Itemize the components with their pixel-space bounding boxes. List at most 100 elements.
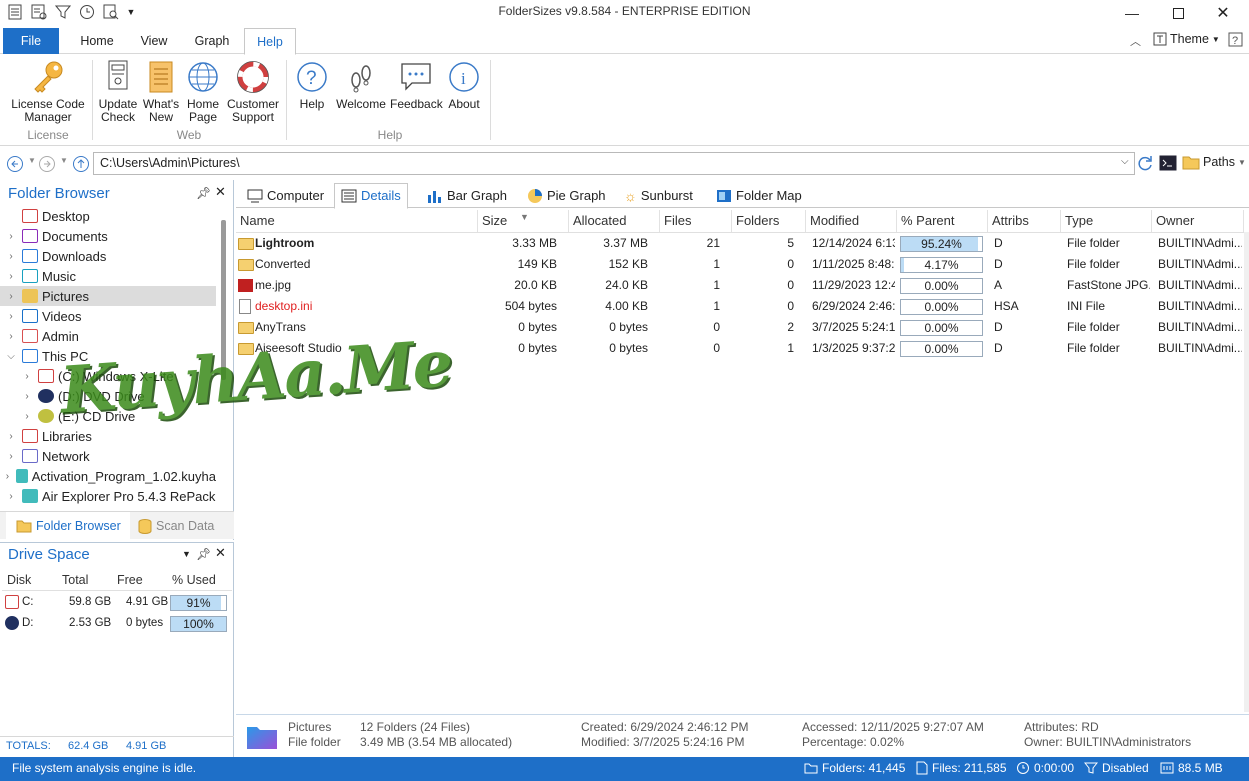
address-input[interactable]: C:\Users\Admin\Pictures\ — [93, 152, 1135, 175]
panel-close-icon[interactable]: ✕ — [215, 184, 226, 200]
back-icon[interactable] — [6, 155, 24, 176]
panel-close-icon[interactable]: ✕ — [215, 545, 226, 561]
tab-computer[interactable]: Computer — [241, 183, 330, 209]
col-total[interactable]: Total — [62, 570, 88, 590]
tree-item[interactable]: › Admin — [0, 326, 216, 346]
tab-file[interactable]: File — [3, 28, 59, 54]
chevron-right-icon[interactable]: › — [4, 291, 18, 302]
col-files[interactable]: Files — [660, 210, 732, 232]
tab-graph[interactable]: Graph — [186, 28, 238, 54]
tree-item[interactable]: › Pictures — [0, 286, 216, 306]
table-row[interactable]: me.jpg 20.0 KB 24.0 KB 1 0 11/29/2023 12:4...… — [236, 275, 1244, 296]
tree-item[interactable]: › Documents — [0, 226, 216, 246]
col-modified[interactable]: Modified — [806, 210, 897, 232]
tab-sunburst[interactable]: ☼ Sunburst — [618, 183, 699, 209]
chevron-right-icon[interactable]: › — [4, 251, 18, 262]
paths-menu[interactable]: Paths ▼ — [1182, 154, 1246, 170]
tab-folder-map[interactable]: Folder Map — [710, 183, 808, 209]
tab-home[interactable]: Home — [71, 28, 123, 54]
drive-row[interactable]: D: 2.53 GB 0 bytes 100% — [0, 613, 232, 634]
chevron-right-icon[interactable]: › — [20, 411, 34, 422]
pin-icon[interactable]: 📌︎ — [196, 186, 211, 200]
tree-item[interactable]: › Air Explorer Pro 5.4.3 RePack — [0, 486, 216, 506]
tab-pie-graph[interactable]: Pie Graph — [521, 183, 612, 209]
status-bar: File system analysis engine is idle. Fol… — [0, 757, 1249, 781]
sun-icon: ☼ — [624, 188, 637, 204]
col-allocated[interactable]: Allocated — [569, 210, 660, 232]
forward-dropdown-icon[interactable]: ▼ — [60, 156, 68, 165]
chevron-right-icon[interactable]: › — [4, 491, 18, 502]
chevron-right-icon[interactable]: › — [4, 451, 18, 462]
chevron-right-icon[interactable]: › — [4, 311, 18, 322]
tree-item[interactable]: › Activation_Program_1.02.kuyhа — [0, 466, 216, 486]
col-used[interactable]: % Used — [172, 570, 216, 590]
help-button[interactable]: ? Help — [292, 56, 332, 111]
tree-item[interactable]: › Libraries — [0, 426, 216, 446]
about-button[interactable]: i About — [444, 56, 484, 111]
welcome-button[interactable]: Welcome — [334, 56, 388, 111]
col-disk[interactable]: Disk — [7, 570, 31, 590]
title-bar: ▼ FolderSizes v9.8.584 - ENTERPRISE EDIT… — [0, 0, 1249, 26]
tab-view[interactable]: View — [131, 28, 177, 54]
tab-scan-data[interactable]: Scan Data — [138, 512, 214, 540]
whats-new-button[interactable]: What's New — [140, 56, 182, 124]
feedback-button[interactable]: Feedback — [390, 56, 443, 111]
drive-total: 2.53 GB — [69, 617, 112, 629]
col-free[interactable]: Free — [117, 570, 143, 590]
details-scrollbar[interactable] — [1244, 232, 1249, 712]
tab-bar-graph[interactable]: Bar Graph — [421, 183, 513, 209]
maximize-button[interactable] — [1155, 0, 1201, 26]
cell-type: File folder — [1067, 257, 1120, 271]
update-check-button[interactable]: Update Check — [96, 56, 140, 124]
chevron-right-icon[interactable]: › — [20, 371, 34, 382]
homepage-line2: Page — [188, 110, 218, 124]
tab-help[interactable]: Help — [244, 28, 296, 55]
tree-item[interactable]: › Music — [0, 266, 216, 286]
drive-row[interactable]: C: 59.8 GB 4.91 GB 91% — [0, 592, 232, 613]
col-parent[interactable]: % Parent — [897, 210, 988, 232]
chevron-right-icon[interactable]: › — [3, 471, 13, 482]
col-owner[interactable]: Owner — [1152, 210, 1244, 232]
tab-details[interactable]: Details — [334, 183, 408, 209]
jpg-file-icon — [238, 279, 253, 292]
table-row[interactable]: desktop.ini 504 bytes 4.00 KB 1 0 6/29/2024 2… — [236, 296, 1244, 317]
parent-percent-bar: 95.24% — [900, 236, 983, 252]
home-page-button[interactable]: Home Page — [182, 56, 224, 124]
pin-icon[interactable]: 📌︎ — [196, 547, 211, 561]
chevron-right-icon[interactable]: › — [20, 391, 34, 402]
col-folders[interactable]: Folders — [732, 210, 806, 232]
up-folder-icon[interactable] — [72, 155, 90, 176]
tab-folder-browser[interactable]: Folder Browser — [6, 512, 130, 540]
forward-icon[interactable] — [38, 155, 56, 176]
tree-item[interactable]: Desktop — [0, 206, 216, 226]
chevron-right-icon[interactable]: › — [4, 231, 18, 242]
ribbon-help-icon[interactable]: ? — [1228, 32, 1244, 51]
panel-menu-icon[interactable]: ▼ — [182, 549, 191, 559]
license-code-manager-button[interactable]: License Code Manager — [8, 56, 88, 124]
minimize-button[interactable]: — — [1109, 0, 1155, 26]
table-row[interactable]: Lightroom 3.33 MB 3.37 MB 21 5 12/14/2024 6:1… — [236, 233, 1244, 254]
back-dropdown-icon[interactable]: ▼ — [28, 156, 36, 165]
collapse-ribbon-icon[interactable]: ︿ — [1130, 33, 1141, 49]
chevron-right-icon[interactable]: › — [4, 431, 18, 442]
col-attribs[interactable]: Attribs — [988, 210, 1061, 232]
theme-menu[interactable]: Theme ▼ — [1153, 32, 1220, 46]
tree-item[interactable]: › Downloads — [0, 246, 216, 266]
chevron-right-icon[interactable]: › — [4, 271, 18, 282]
refresh-icon[interactable] — [1136, 154, 1154, 175]
col-type[interactable]: Type — [1061, 210, 1152, 232]
close-button[interactable]: ✕ — [1200, 0, 1246, 26]
console-icon[interactable] — [1159, 155, 1177, 174]
tree-item[interactable]: › Videos — [0, 306, 216, 326]
chevron-down-icon[interactable]: ⌵ — [4, 351, 18, 362]
cell-attribs: HSA — [994, 299, 1019, 313]
col-name[interactable]: Name — [236, 210, 478, 232]
table-row[interactable]: Converted 149 KB 152 KB 1 0 1/11/2025 8:48:..… — [236, 254, 1244, 275]
cell-folders: 5 — [787, 236, 794, 250]
address-dropdown-icon[interactable]: ⌵ — [1121, 156, 1129, 167]
customer-support-button[interactable]: Customer Support — [224, 56, 282, 124]
tree-item[interactable]: › Network — [0, 446, 216, 466]
chevron-right-icon[interactable]: › — [4, 331, 18, 342]
status-filter[interactable]: Disabled — [1084, 761, 1149, 775]
theme-label: Theme — [1170, 32, 1209, 46]
